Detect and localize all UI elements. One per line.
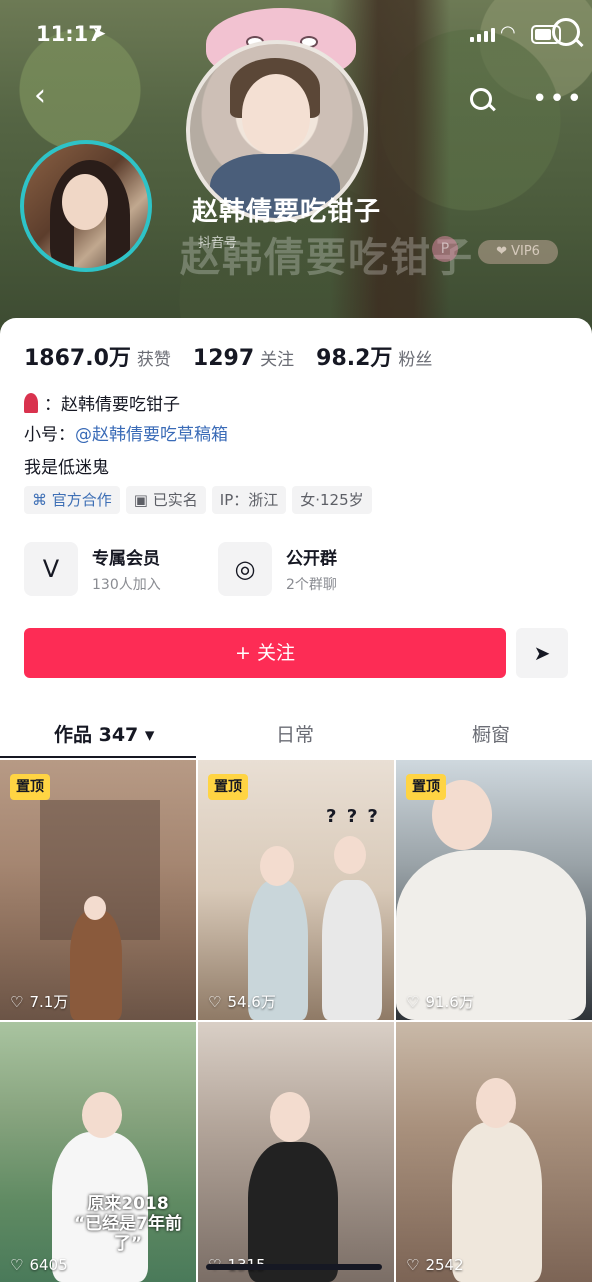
- membership-title: 专属会员: [92, 549, 160, 569]
- tag-label: 已实名: [152, 491, 198, 509]
- status-bar: 11:17 ➤ ◠: [0, 0, 592, 70]
- handshake-icon: ⌘: [32, 491, 52, 509]
- tag-official-cooperation[interactable]: ⌘ 官方合作: [24, 486, 120, 514]
- group-chat-entry[interactable]: ◎ 公开群 2个群聊: [218, 542, 388, 600]
- video-thumbnail[interactable]: ? ? ? 置顶 ♡ 54.6万: [198, 760, 394, 1020]
- tag-gender-age[interactable]: 女·125岁: [292, 486, 372, 514]
- back-chevron-icon[interactable]: ‹: [34, 81, 54, 111]
- likes-count: 91.6万: [425, 993, 474, 1011]
- stat-followers-value[interactable]: 98.2万: [316, 340, 392, 372]
- pinned-badge: 置顶: [208, 774, 248, 800]
- video-likes: ♡ 2542: [406, 1256, 464, 1274]
- group-chat-subtitle: 2个群聊: [286, 577, 337, 593]
- person-face: [260, 846, 294, 886]
- active-tab-indicator: [0, 756, 196, 758]
- wifi-icon: ◠: [500, 22, 516, 43]
- video-thumbnail[interactable]: ♡ 2542: [396, 1022, 592, 1282]
- heart-icon: ♡: [208, 993, 222, 1011]
- likes-count: 54.6万: [227, 993, 276, 1011]
- tab-works[interactable]: 作品 347 ▾: [54, 720, 154, 747]
- vip-label: VIP6: [511, 244, 540, 259]
- avatar-face: [62, 174, 108, 230]
- pinned-badge: 置顶: [10, 774, 50, 800]
- bio-alt-account-label: 小号：: [24, 425, 75, 445]
- vip-heart-icon: ❤: [496, 244, 512, 259]
- avatar[interactable]: [20, 140, 152, 272]
- stat-likes-value: 1867.0万: [24, 346, 131, 371]
- avatar-face: [242, 74, 310, 154]
- video-thumbnail[interactable]: 原来2018 “已经是7年前了” ♡ 6405: [0, 1022, 196, 1282]
- ghost-badge-icon: P: [432, 236, 458, 262]
- profile-tags: ⌘ 官方合作 ▣ 已实名 IP：浙江 女·125岁: [24, 486, 372, 514]
- person-face: [82, 1092, 122, 1138]
- magnifier-overlay-icon[interactable]: [552, 18, 580, 46]
- person-figure: [322, 880, 382, 1020]
- profile-nickname: 赵韩倩要吃钳子: [192, 197, 382, 227]
- stat-following-value[interactable]: 1297: [193, 346, 254, 371]
- content-tabs: 作品 347 ▾ 日常 橱窗: [0, 708, 592, 758]
- heart-icon: ♡: [10, 1256, 24, 1274]
- chat-group-icon: ◎: [218, 542, 272, 596]
- person-face: [84, 896, 106, 920]
- video-likes: ♡ 7.1万: [10, 991, 68, 1012]
- likes-count: 6405: [29, 1256, 68, 1274]
- person-figure: [70, 910, 122, 1020]
- heart-icon: ♡: [406, 1256, 420, 1274]
- tab-daily[interactable]: 日常: [276, 720, 314, 747]
- caption-line: “已经是7年前了”: [73, 1214, 182, 1254]
- stat-following-label[interactable]: 关注: [260, 345, 294, 370]
- pinned-badge: 置顶: [406, 774, 446, 800]
- bio-line-3: 我是低迷鬼: [24, 458, 109, 478]
- group-chat-title: 公开群: [286, 549, 337, 569]
- home-indicator[interactable]: [206, 1264, 382, 1270]
- red-ribbon-icon: [24, 393, 38, 413]
- person-face: [334, 836, 366, 874]
- video-caption: 原来2018 “已经是7年前了”: [60, 1194, 196, 1254]
- tab-showcase[interactable]: 橱窗: [472, 720, 510, 747]
- heart-icon: ♡: [406, 993, 420, 1011]
- membership-subtitle: 130人加入: [92, 577, 161, 593]
- alt-account-mention-link[interactable]: @赵韩倩要吃草稿箱: [75, 425, 228, 445]
- profile-card: 1867.0万 获赞 1297 关注 98.2万 粉丝 ：赵韩倩要吃钳子 小号：…: [0, 318, 592, 1282]
- membership-entry[interactable]: V 专属会员 130人加入: [24, 542, 194, 600]
- likes-count: 7.1万: [29, 993, 69, 1011]
- person-figure: [452, 1122, 542, 1282]
- profile-stats: 1867.0万 获赞 1297 关注 98.2万 粉丝: [24, 340, 454, 372]
- heart-icon: ♡: [10, 993, 24, 1011]
- bio-line-2: 小号：@赵韩倩要吃草稿箱: [24, 420, 228, 445]
- video-likes: ♡ 91.6万: [406, 991, 474, 1012]
- douyin-id-label[interactable]: 抖音号: [198, 232, 237, 251]
- bio-name-text: ：赵韩倩要吃钳子: [44, 395, 180, 415]
- video-thumbnail[interactable]: ♡1315: [198, 1022, 394, 1282]
- video-likes: ♡ 6405: [10, 1256, 68, 1274]
- search-icon[interactable]: [470, 88, 492, 110]
- tag-verified[interactable]: ▣ 已实名: [125, 486, 206, 514]
- person-face: [476, 1078, 516, 1128]
- profile-header-background: 11:17 ➤ ◠ ‹ ••• 赵韩倩要吃钳子 赵韩倩要吃钳子 抖音号 P ❤ …: [0, 0, 592, 340]
- tag-label: 官方合作: [51, 491, 112, 509]
- follow-button[interactable]: + 关注: [24, 628, 506, 678]
- more-icon[interactable]: •••: [532, 86, 584, 112]
- id-card-icon: ▣: [133, 491, 153, 509]
- video-likes: ♡ 54.6万: [208, 991, 276, 1012]
- stat-likes-label: 获赞: [136, 350, 171, 370]
- stat-followers-label[interactable]: 粉丝: [398, 345, 432, 370]
- send-icon[interactable]: ➤: [516, 628, 568, 678]
- bio-line-1: ：赵韩倩要吃钳子: [24, 390, 180, 415]
- tag-ip-location[interactable]: IP：浙江: [211, 486, 287, 514]
- signal-icon: [470, 26, 495, 42]
- likes-count: 2542: [425, 1256, 464, 1274]
- video-thumbnail[interactable]: 置顶 ♡ 91.6万: [396, 760, 592, 1020]
- video-overlay-text: ? ? ?: [326, 806, 380, 827]
- video-thumbnail[interactable]: 置顶 ♡ 7.1万: [0, 760, 196, 1020]
- v-logo-icon: V: [24, 542, 78, 596]
- person-face: [270, 1092, 310, 1142]
- vip-badge[interactable]: ❤ VIP6: [478, 240, 558, 264]
- location-arrow-icon: ➤: [92, 24, 107, 44]
- caption-line: 原来2018: [87, 1194, 169, 1214]
